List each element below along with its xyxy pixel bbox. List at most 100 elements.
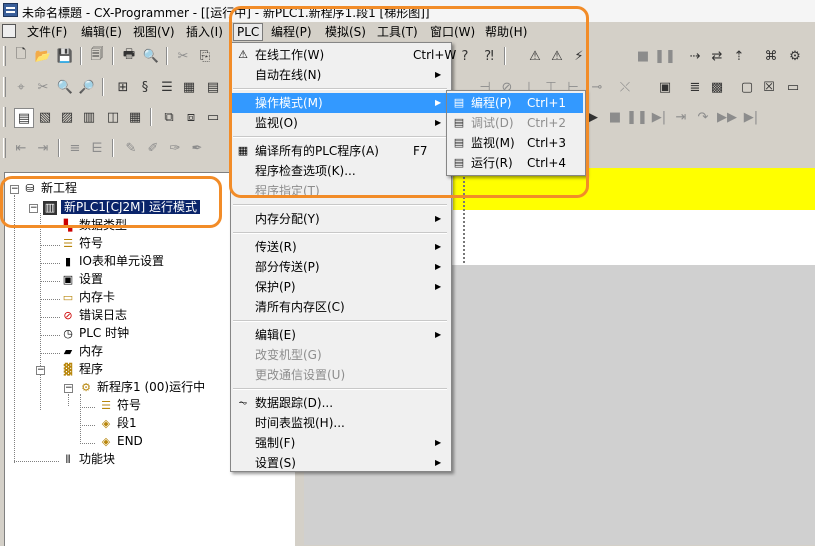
tree-plc[interactable]: ▥ 新PLC1[CJ2M] 运行模式 [43, 199, 201, 216]
bookmark-icon[interactable]: ✎ [122, 139, 140, 157]
monitor-icon[interactable]: ⚡ [570, 47, 588, 65]
address-icon[interactable]: ▥ [80, 108, 98, 126]
tree-plc-clock[interactable]: ◷ PLC 时钟 [61, 325, 129, 342]
open-folder-icon[interactable]: 📂 [34, 47, 52, 65]
menu-simulate[interactable]: 模拟(S) [322, 24, 369, 40]
tree-io-table[interactable]: ▮ IO表和单元设置 [61, 253, 164, 270]
copy-icon[interactable]: ⎘ [196, 47, 214, 65]
project-tree-icon[interactable]: ▤ [14, 108, 34, 128]
plc-menu-item-12[interactable]: 传送(R) ▶ [231, 237, 449, 257]
tree-project[interactable]: ⛁ 新工程 [23, 180, 77, 197]
comment-icon[interactable]: ≡ [66, 139, 84, 157]
fast-forward-icon[interactable]: ▶▶ [717, 108, 737, 126]
tree-program-symbols[interactable]: ☰ 符号 [99, 397, 141, 414]
plc-menu-item-7[interactable]: 程序检查选项(K)... [231, 161, 449, 181]
plc-menu-item-24[interactable]: 设置(S) ▶ [231, 453, 449, 473]
plc-menu-item-18[interactable]: 改变机型(G) [231, 345, 449, 365]
compare-icon[interactable]: ⇄ [708, 47, 726, 65]
next-bookmark-icon[interactable]: ✐ [144, 139, 162, 157]
network-icon[interactable]: ⌘ [762, 47, 780, 65]
app-icon[interactable] [3, 3, 18, 17]
preview-icon[interactable]: 🔍 [142, 47, 160, 65]
tree-function-blocks[interactable]: ⫴ 功能块 [61, 451, 115, 468]
tree-error-log[interactable]: ⊘ 错误日志 [61, 307, 127, 324]
tree-programs[interactable]: ▓ 程序 [61, 361, 103, 378]
upload-icon[interactable]: ⇡ [730, 47, 748, 65]
prev-bookmark-icon[interactable]: ✑ [166, 139, 184, 157]
fb-def-icon[interactable]: ▭ [204, 108, 222, 126]
tree-settings[interactable]: ▣ 设置 [61, 271, 103, 288]
plc-menu-item-21[interactable]: ⏦ 数据跟踪(D)... [231, 393, 449, 413]
delete-line-icon[interactable]: ⤬ [616, 78, 634, 96]
properties-icon[interactable]: ◫ [104, 108, 122, 126]
tree-section-1[interactable]: ◈ 段1 [99, 415, 137, 432]
tree-memory-card[interactable]: ▭ 内存卡 [61, 289, 115, 306]
collapse-project-icon[interactable]: − [10, 185, 19, 194]
table-icon[interactable]: ▣ [656, 78, 674, 96]
document-menu-icon[interactable] [2, 24, 16, 38]
warning-online-icon[interactable]: ⚠ [526, 47, 544, 65]
step-icon[interactable]: ▶| [650, 108, 668, 126]
tree-symbols[interactable]: ☰ 符号 [61, 235, 103, 252]
step-over-icon[interactable]: ↷ [694, 108, 712, 126]
save-icon[interactable]: 💾 [56, 47, 74, 65]
menu-edit[interactable]: 编辑(E) [78, 24, 125, 40]
tree-memory[interactable]: ▰ 内存 [61, 343, 103, 360]
stop-sim-icon[interactable]: ■ [606, 108, 624, 126]
play-icon[interactable]: ▶ [584, 108, 602, 126]
indent-icon[interactable]: ⇤ [12, 139, 30, 157]
menu-window[interactable]: 窗口(W) [427, 24, 478, 40]
print-preview-icon[interactable]: 🗐 [88, 47, 106, 65]
output-icon[interactable]: ▧ [36, 108, 54, 126]
plc-menu-item-15[interactable]: 清所有内存区(C) [231, 297, 449, 317]
help-icon[interactable]: ? [456, 47, 474, 65]
auto-online-icon[interactable]: ⚠ [548, 47, 566, 65]
window-tile-icon[interactable]: ▭ [784, 78, 802, 96]
mnemonic-icon[interactable]: ▩ [708, 78, 726, 96]
toolbar-grip[interactable] [3, 138, 6, 158]
op-mode-item-0[interactable]: ▤ 编程(P) Ctrl+1 [447, 93, 583, 113]
clear-bookmark-icon[interactable]: ✒ [188, 139, 206, 157]
pause-sim-icon[interactable]: ❚❚ [626, 108, 648, 126]
list-icon[interactable]: ☰ [158, 78, 176, 96]
toolbar-grip[interactable] [3, 77, 6, 97]
menu-program[interactable]: 编程(P) [268, 24, 315, 40]
step-in-icon[interactable]: ⇥ [672, 108, 690, 126]
plc-menu-item-23[interactable]: 强制(F) ▶ [231, 433, 449, 453]
zoom-out-icon[interactable]: 🔎 [78, 78, 96, 96]
collapse-programs-icon[interactable]: − [36, 366, 45, 375]
nc-icon[interactable]: ⊸ [588, 78, 606, 96]
step-end-icon[interactable]: ▶| [742, 108, 760, 126]
transfer-icon[interactable]: ⇢ [686, 47, 704, 65]
uncomment-icon[interactable]: ⋿ [88, 139, 106, 157]
ladder-view-icon[interactable]: ≣ [686, 78, 704, 96]
tree-end[interactable]: ◈ END [99, 433, 143, 450]
fb-instance-icon[interactable]: ⧈ [182, 108, 200, 126]
context-help-icon[interactable]: ⁈ [480, 47, 498, 65]
tree-program-1[interactable]: ⚙ 新程序1 (00)运行中 [79, 379, 205, 396]
plc-menu-item-0[interactable]: ⚠ 在线工作(W) Ctrl+W [231, 45, 456, 65]
monitor-toggle-icon[interactable]: ▤ [204, 78, 222, 96]
print-icon[interactable]: 🖶 [120, 47, 138, 65]
outdent-icon[interactable]: ⇥ [34, 139, 52, 157]
io-comment-icon[interactable]: ▦ [180, 78, 198, 96]
menu-file[interactable]: 文件(F) [24, 24, 70, 40]
menu-plc[interactable]: PLC [233, 23, 264, 41]
tree-data-types[interactable]: ▚ 数据类型 [61, 217, 127, 234]
plc-menu-item-4[interactable]: 监视(O) ▶ [231, 113, 449, 133]
cross-ref-icon[interactable]: ☒ [760, 78, 778, 96]
op-mode-item-1[interactable]: ▤ 调试(D) Ctrl+2 [447, 113, 583, 133]
op-mode-item-3[interactable]: ▤ 运行(R) Ctrl+4 [447, 153, 583, 173]
plc-menu-item-17[interactable]: 编辑(E) ▶ [231, 325, 449, 345]
new-file-icon[interactable]: 🗋 [12, 47, 30, 65]
collapse-program-icon[interactable]: − [64, 384, 73, 393]
plc-menu-item-22[interactable]: 时间表监视(H)... [231, 413, 449, 433]
settings-icon[interactable]: ⚙ [786, 47, 804, 65]
menu-insert[interactable]: 插入(I) [183, 24, 226, 40]
grid-icon[interactable]: ⊞ [114, 78, 132, 96]
toolbar-grip[interactable] [3, 107, 6, 127]
toolbar-grip[interactable] [3, 46, 6, 66]
window-icon[interactable]: ▢ [738, 78, 756, 96]
cut-tool-icon[interactable]: ✂ [34, 78, 52, 96]
configure-icon[interactable]: ▦ [126, 108, 144, 126]
